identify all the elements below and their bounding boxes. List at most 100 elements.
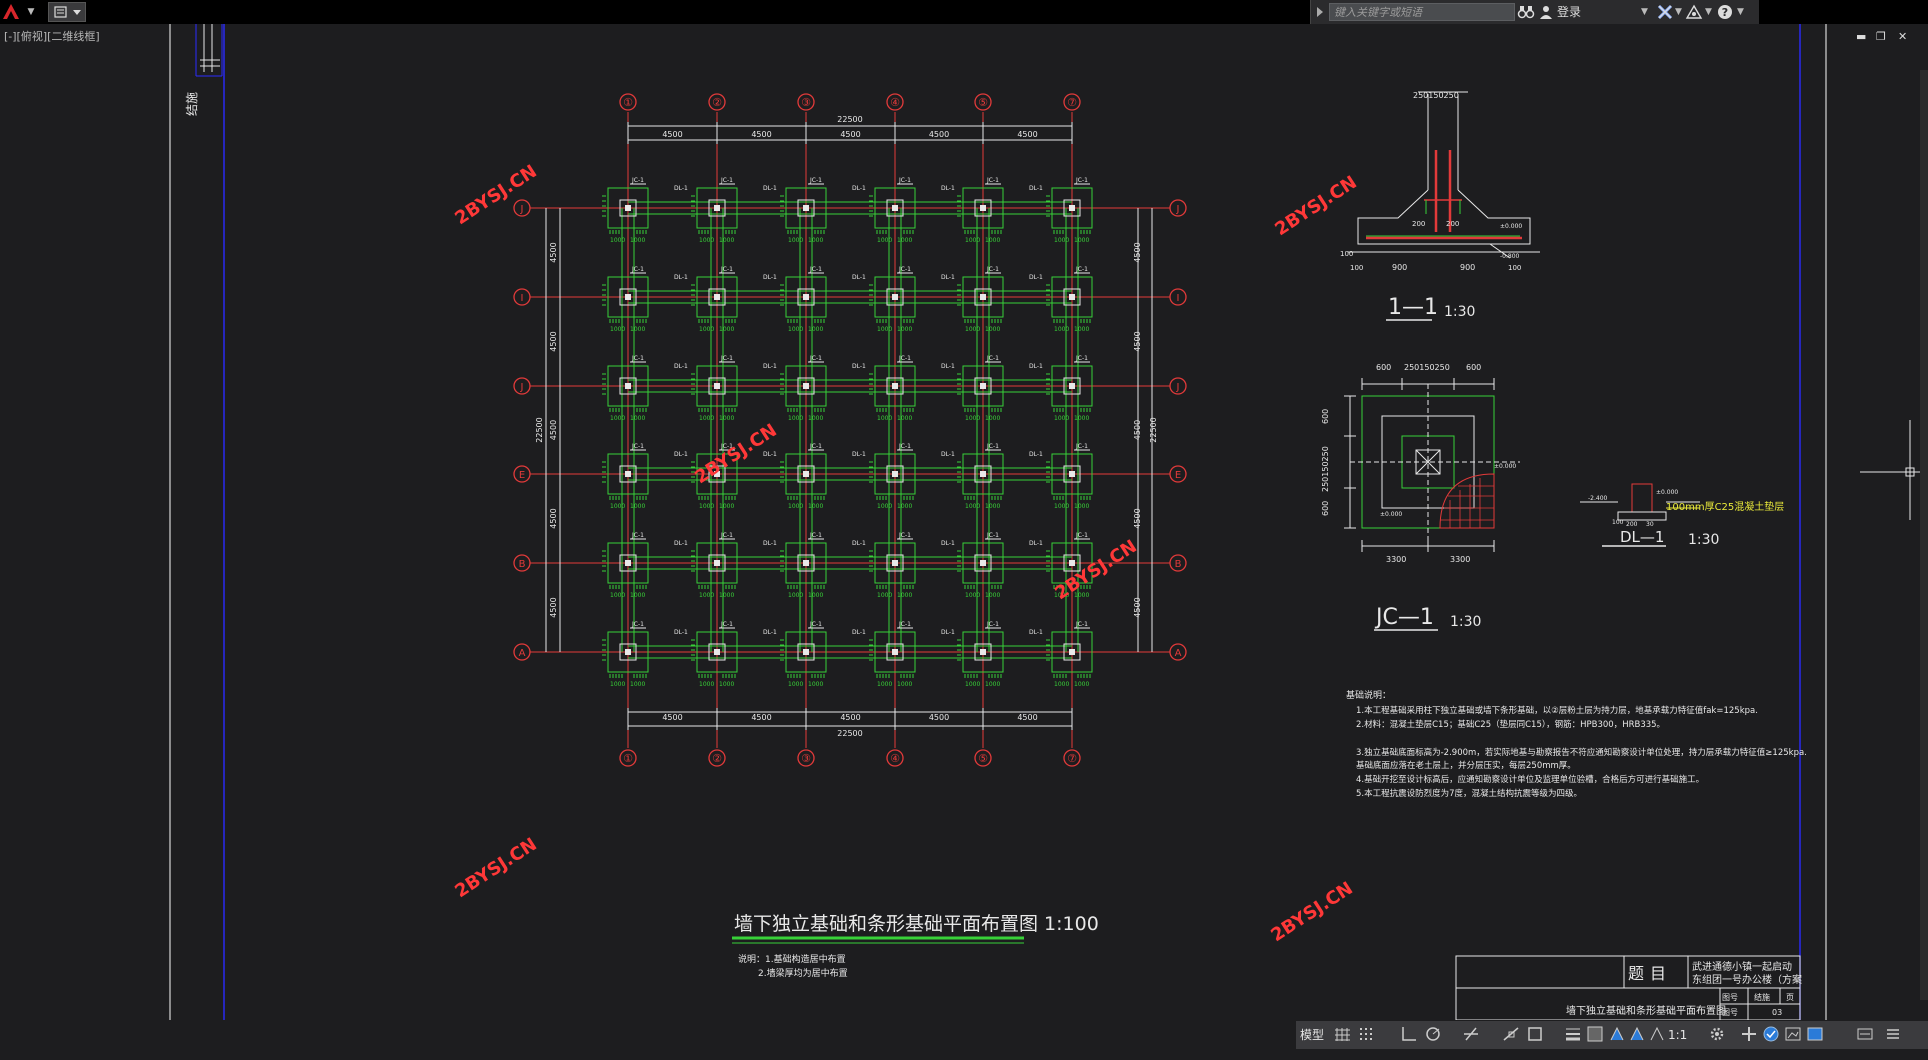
- svg-text:±0.000: ±0.000: [1656, 489, 1678, 496]
- transparency-icon[interactable]: [1586, 1025, 1604, 1043]
- beam-label: DL-1: [674, 540, 688, 547]
- footing-label: JC-1: [986, 443, 999, 450]
- footing-label: JC-1: [631, 177, 644, 184]
- beam-label: DL-1: [852, 274, 866, 281]
- footing-dim: 1000: [699, 415, 714, 422]
- dimension-span: 4500: [662, 130, 682, 139]
- lineweight-icon[interactable]: [1564, 1025, 1582, 1043]
- beam-label: DL-1: [1029, 540, 1043, 547]
- ortho-icon[interactable]: [1400, 1025, 1418, 1043]
- isodraft-icon[interactable]: [1462, 1025, 1480, 1043]
- footing-dim: 1000: [788, 326, 803, 333]
- object-snap-icon[interactable]: [1526, 1025, 1544, 1043]
- svg-text:结施: 结施: [1754, 992, 1770, 1002]
- customize-icon[interactable]: [1884, 1025, 1902, 1043]
- hardware-acceleration-icon[interactable]: [1762, 1025, 1780, 1043]
- dimension-span: 4500: [929, 130, 949, 139]
- grid-icon[interactable]: [1334, 1025, 1352, 1043]
- footing-dim: 1000: [699, 503, 714, 510]
- title-block[interactable]: 题目 武进通德小镇一起启动 东组团一号办公楼（方案 墙下独立基础和条形基础平面布…: [1455, 955, 1802, 1020]
- plus-icon[interactable]: [1740, 1025, 1758, 1043]
- annotation-autoscale-icon[interactable]: [1628, 1025, 1646, 1043]
- svg-text:2.材料：混凝土垫层C15；基础C25（垫层同C15），钢筋: 2.材料：混凝土垫层C15；基础C25（垫层同C15），钢筋：HPB300，HR…: [1356, 719, 1665, 730]
- navigation-bar[interactable]: [1920, 70, 1928, 1000]
- svg-text:900: 900: [1460, 263, 1475, 272]
- dimension-span: 4500: [1133, 508, 1142, 528]
- footing-label: JC-1: [720, 266, 733, 273]
- footing-dim: 1000: [1054, 503, 1069, 510]
- footing-dim: 1000: [985, 503, 1000, 510]
- svg-text:±0.000: ±0.000: [1500, 223, 1522, 230]
- watermark-text: 2BYSJ.CN: [1051, 536, 1140, 604]
- footing-label: JC-1: [986, 355, 999, 362]
- dl-1-detail[interactable]: -2.400 ±0.000 200 30 100 100mm厚C25混凝土垫层 …: [1580, 483, 1784, 548]
- footing-label: JC-1: [986, 266, 999, 273]
- footing-dim: 1000: [965, 326, 980, 333]
- footing-dim: 1000: [985, 681, 1000, 688]
- footing-label: JC-1: [1075, 266, 1088, 273]
- svg-text:-0.800: -0.800: [1500, 253, 1520, 260]
- beam-label: DL-1: [674, 185, 688, 192]
- jc-1-detail[interactable]: 600 250150250 600 600 250150250 600 3300…: [1321, 363, 1520, 631]
- grid-bubble-label: ④: [890, 96, 900, 109]
- model-space-button[interactable]: 模型: [1300, 1025, 1324, 1045]
- grid-bubble-label: ③: [801, 96, 811, 109]
- grid-bubble-label: J: [520, 382, 524, 393]
- section-1-1-detail[interactable]: 250150250 200 200 100 900 900 100 100 ±0…: [1340, 91, 1540, 321]
- footing-label: JC-1: [1075, 443, 1088, 450]
- svg-text:4.基础开挖至设计标高后，应通知勘察设计单位及监理单位验槽，: 4.基础开挖至设计标高后，应通知勘察设计单位及监理单位验槽，合格后方可进行基础施…: [1356, 774, 1704, 785]
- svg-text:200: 200: [1446, 220, 1459, 228]
- clean-screen-icon[interactable]: [1806, 1025, 1824, 1043]
- dimension-span: 4500: [751, 713, 771, 722]
- footing-dim: 1000: [630, 326, 645, 333]
- beam-label: DL-1: [763, 629, 777, 636]
- foundation-plan[interactable]: 1000 1000 JC-1 DL-1 1000 1000 JC-1 DL-1 1000 1000…: [513, 93, 1187, 767]
- footing-label: JC-1: [986, 621, 999, 628]
- watermark-text: 2BYSJ.CN: [451, 834, 540, 902]
- column-core: [625, 471, 631, 477]
- grid-bubble-label: ⑦: [1067, 752, 1077, 765]
- footing-dim: 1000: [897, 415, 912, 422]
- object-snap-tracking-icon[interactable]: [1502, 1025, 1520, 1043]
- svg-text:600: 600: [1321, 501, 1330, 516]
- beam-label: DL-1: [852, 629, 866, 636]
- dimension-span: 4500: [1133, 242, 1142, 262]
- footing-dim: 1000: [719, 681, 734, 688]
- column-core: [892, 649, 898, 655]
- column-core: [803, 383, 809, 389]
- footing-dim: 1000: [897, 503, 912, 510]
- footing-dim: 1000: [897, 326, 912, 333]
- column-core: [625, 205, 631, 211]
- beam-label: DL-1: [1029, 451, 1043, 458]
- footing-dim: 1000: [808, 326, 823, 333]
- settings-gear-icon[interactable]: [1708, 1025, 1726, 1043]
- annotation-scale-value[interactable]: 1:1: [1668, 1025, 1687, 1045]
- polar-tracking-icon[interactable]: [1424, 1025, 1442, 1043]
- plan-title: 墙下独立基础和条形基础平面布置图 1:100: [734, 913, 1099, 935]
- footing-label: JC-1: [631, 443, 644, 450]
- svg-text:页: 页: [1786, 993, 1794, 1002]
- footing-label: JC-1: [631, 532, 644, 539]
- snap-icon[interactable]: [1358, 1025, 1376, 1043]
- column-core: [980, 205, 986, 211]
- footing-dim: 1000: [788, 503, 803, 510]
- beam-label: DL-1: [941, 363, 955, 370]
- svg-text:200: 200: [1412, 220, 1425, 228]
- beam-label: DL-1: [763, 540, 777, 547]
- drawing-canvas[interactable]: 结施 1000 1000JC-1DL-11000 1000JC-1DL-11000 1…: [0, 0, 1928, 1020]
- annotation-visibility-icon[interactable]: [1608, 1025, 1626, 1043]
- dimension-span: 4500: [549, 420, 558, 440]
- dimension-span: 4500: [840, 130, 860, 139]
- footing-dim: 1000: [877, 592, 892, 599]
- annotation-scale-icon[interactable]: [1648, 1025, 1666, 1043]
- svg-text:100: 100: [1508, 264, 1521, 272]
- isolate-objects-icon[interactable]: [1784, 1025, 1802, 1043]
- footing-label: JC-1: [809, 532, 822, 539]
- column-core: [892, 205, 898, 211]
- footing-label: JC-1: [898, 621, 911, 628]
- beam-label: DL-1: [674, 451, 688, 458]
- svg-text:30: 30: [1646, 521, 1654, 528]
- footing-dim: 1000: [1054, 681, 1069, 688]
- footing-label: JC-1: [898, 266, 911, 273]
- workspace-switch-icon[interactable]: [1856, 1025, 1874, 1043]
